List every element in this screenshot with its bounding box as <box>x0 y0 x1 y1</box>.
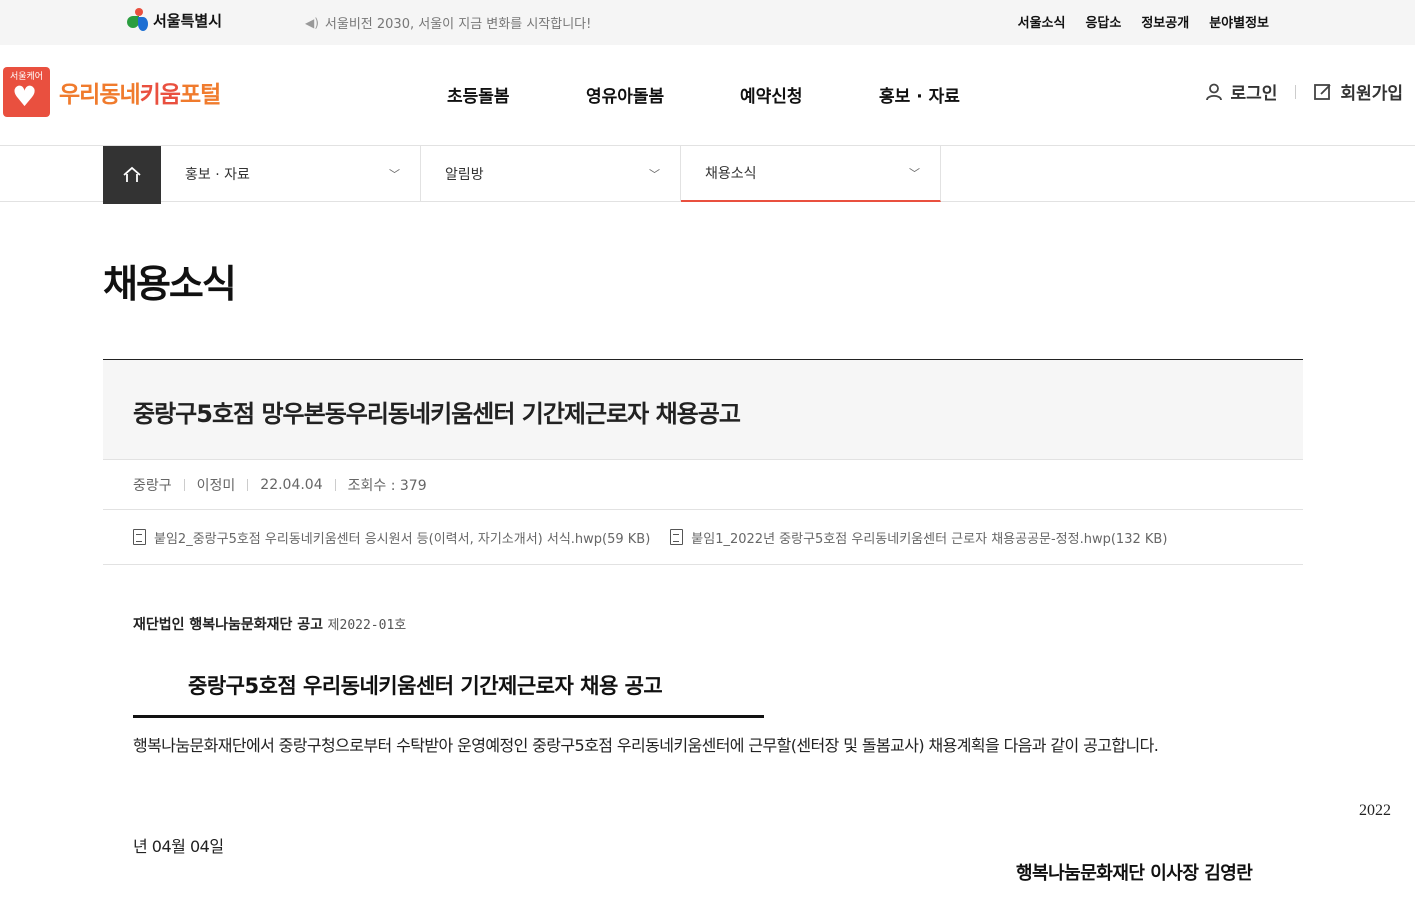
seoul-logo[interactable]: 서울특별시 <box>127 8 222 32</box>
file-icon <box>670 529 684 545</box>
chevron-down-icon: ﹀ <box>649 168 660 181</box>
breadcrumb-nav: 홍보 · 자료 ﹀ 알림방 ﹀ 채용소식 ﹀ <box>0 146 1415 204</box>
brand-title-part3: 포털 <box>179 82 221 108</box>
breadcrumb-depth3-label: 채용소식 <box>705 166 757 182</box>
file-icon <box>133 529 146 545</box>
breadcrumb-depth3-dropdown[interactable]: 채용소식 ﹀ <box>681 146 941 202</box>
announcement-number: 제2022-01호 <box>327 618 407 633</box>
seoul-mark-icon <box>127 8 149 32</box>
announcement-heading: 중랑구5호점 우리동네키움센터 기간제근로자 채용 공고 <box>133 670 764 718</box>
divider <box>247 478 249 491</box>
utility-links: 서울소식 응답소 정보공개 분야별정보 <box>1018 12 1269 31</box>
home-button[interactable] <box>103 146 161 204</box>
top-utility-bar: 서울특별시 ◀) 서울비전 2030, 서울이 지금 변화를 시작합니다! 서울… <box>0 0 1415 45</box>
breadcrumb-depth1-label: 홍보 · 자료 <box>185 167 250 183</box>
link-response-center[interactable]: 응답소 <box>1085 12 1121 31</box>
announcement-org: 재단법인 행복나눔문화재단 공고 제2022-01호 <box>133 614 406 634</box>
announcement-date: 년 04월 04일 <box>133 837 224 856</box>
breadcrumb-depth2-dropdown[interactable]: 알림방 ﹀ <box>421 146 681 202</box>
article-date: 22.04.04 <box>260 476 323 493</box>
notice-ticker[interactable]: ◀) 서울비전 2030, 서울이 지금 변화를 시작합니다! <box>305 13 592 33</box>
breadcrumb-depth2-label: 알림방 <box>445 167 484 183</box>
user-icon <box>1205 83 1222 100</box>
article-title: 중랑구5호점 망우본동우리동네키움센터 기간제근로자 채용공고 <box>103 359 1303 459</box>
divider <box>183 478 185 491</box>
page-title: 채용소식 <box>103 262 237 306</box>
login-label: 로그인 <box>1230 84 1278 104</box>
main-navigation: 초등돌봄 영유아돌봄 예약신청 홍보 · 자료 <box>447 82 960 107</box>
link-seoul-news[interactable]: 서울소식 <box>1018 12 1066 31</box>
divider <box>334 478 336 491</box>
site-header: 서울케어 ♥ 우리동네키움포털 초등돌봄 영유아돌봄 예약신청 홍보 · 자료 … <box>0 45 1415 146</box>
brand-logo[interactable]: 서울케어 ♥ 우리동네키움포털 <box>3 67 221 117</box>
member-menu: 로그인 회원가입 <box>1205 79 1403 104</box>
seoul-care-badge: 서울케어 ♥ <box>3 67 50 117</box>
article-author: 이정미 <box>196 477 236 494</box>
heart-icon: ♥ <box>12 80 38 113</box>
link-info-disclosure[interactable]: 정보공개 <box>1141 12 1189 31</box>
article-views: 조회수 : 379 <box>347 477 427 494</box>
article-meta: 중랑구 이정미 22.04.04 조회수 : 379 <box>103 459 1303 510</box>
breadcrumb-depth1-dropdown[interactable]: 홍보 · 자료 ﹀ <box>161 146 421 202</box>
signup-link[interactable]: 회원가입 <box>1314 79 1403 104</box>
divider <box>1295 84 1297 99</box>
article-view: 중랑구5호점 망우본동우리동네키움센터 기간제근로자 채용공고 중랑구 이정미 … <box>103 359 1303 565</box>
chevron-down-icon: ﹀ <box>389 168 400 181</box>
announcement-signature: 행복나눔문화재단 이사장 김영란 <box>1016 863 1253 884</box>
nav-elementary-care[interactable]: 초등돌봄 <box>447 82 586 107</box>
chevron-down-icon: ﹀ <box>909 167 920 180</box>
attachment-name: 붙임1_2022년 중랑구5호점 우리동네키움센터 근로자 채용공공문-정정.h… <box>691 531 1168 547</box>
notice-text: 서울비전 2030, 서울이 지금 변화를 시작합니다! <box>324 17 592 32</box>
speaker-icon: ◀) <box>305 15 319 30</box>
attachment-name: 붙임2_중랑구5호점 우리동네키움센터 응시원서 등(이력서, 자기소개서) 서… <box>154 531 651 547</box>
brand-title: 우리동네키움포털 <box>59 75 221 109</box>
attachment-list: 붙임2_중랑구5호점 우리동네키움센터 응시원서 등(이력서, 자기소개서) 서… <box>103 510 1303 565</box>
attachment-link[interactable]: 붙임1_2022년 중랑구5호점 우리동네키움센터 근로자 채용공공문-정정.h… <box>670 528 1167 547</box>
seoul-logo-text: 서울특별시 <box>153 11 223 30</box>
article-region: 중랑구 <box>133 477 172 494</box>
home-icon <box>123 166 141 182</box>
login-link[interactable]: 로그인 <box>1205 79 1278 104</box>
edit-icon <box>1314 83 1332 100</box>
brand-title-part1: 우리동네 <box>59 82 141 108</box>
attachment-link[interactable]: 붙임2_중랑구5호점 우리동네키움센터 응시원서 등(이력서, 자기소개서) 서… <box>133 528 650 547</box>
nav-reservation[interactable]: 예약신청 <box>740 82 879 107</box>
link-field-info[interactable]: 분야별정보 <box>1209 12 1269 31</box>
announcement-year: 2022 <box>1359 802 1391 819</box>
signup-label: 회원가입 <box>1340 84 1403 104</box>
nav-infant-care[interactable]: 영유아돌봄 <box>586 82 740 107</box>
brand-title-part2: 키움 <box>139 82 181 108</box>
announcement-paragraph: 행복나눔문화재단에서 중랑구청으로부터 수탁받아 운영예정인 중랑구5호점 우리… <box>133 736 1159 755</box>
nav-pr-materials[interactable]: 홍보 · 자료 <box>879 82 960 107</box>
announcement-org-name: 재단법인 행복나눔문화재단 공고 <box>133 617 324 633</box>
